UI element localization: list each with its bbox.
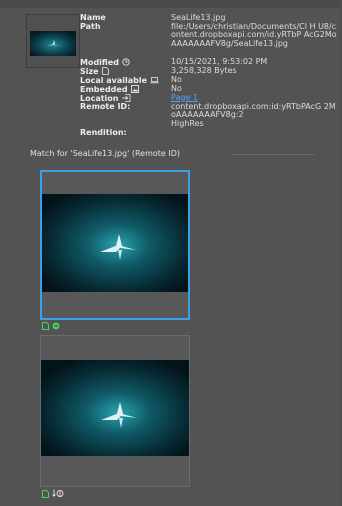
match-card-1-status <box>42 322 60 330</box>
link-thumbnail <box>26 14 80 68</box>
path-value: file:/Users/christian/Documents/Cl H U8/… <box>171 21 337 48</box>
document-icon <box>101 66 109 75</box>
download-icon <box>52 489 64 497</box>
remote-id-value: content.dropboxapi.com:id:yRTbPAcG 2MoAA… <box>171 101 336 120</box>
thumbnail-image <box>30 31 76 56</box>
location-link[interactable]: Page 1 <box>171 93 339 103</box>
path-label: Path <box>80 21 101 31</box>
embedded-label: Embedded <box>80 84 128 94</box>
image-icon <box>130 84 139 93</box>
embedded-value: No <box>171 83 182 93</box>
match-card-2[interactable] <box>40 335 190 487</box>
match-card-2-status <box>42 489 64 498</box>
match-card-1[interactable] <box>40 170 190 320</box>
local-label: Local available <box>80 75 148 85</box>
remote-id-label: Remote ID: <box>80 101 131 111</box>
document-icon <box>42 322 49 330</box>
match-divider <box>232 154 314 155</box>
top-strip <box>0 0 342 8</box>
goto-page-icon[interactable] <box>121 93 131 102</box>
laptop-icon <box>150 76 159 83</box>
modified-label: Modified <box>80 57 120 67</box>
size-label: Size <box>80 66 99 76</box>
rendition-label: Rendition: <box>80 128 127 137</box>
size-value: 3,258,328 Bytes <box>171 65 237 75</box>
match-image-1 <box>42 194 188 292</box>
local-value: No <box>171 74 182 84</box>
modified-value: 10/15/2021, 9:53:02 PM <box>171 56 268 66</box>
match-header: Match for 'SeaLife13.jpg' (Remote ID) <box>30 149 181 158</box>
match-image-2 <box>41 360 189 456</box>
rendition-value: HighRes <box>171 119 204 128</box>
check-circle-icon <box>52 322 60 330</box>
document-icon <box>42 489 49 498</box>
clock-icon <box>122 57 130 66</box>
